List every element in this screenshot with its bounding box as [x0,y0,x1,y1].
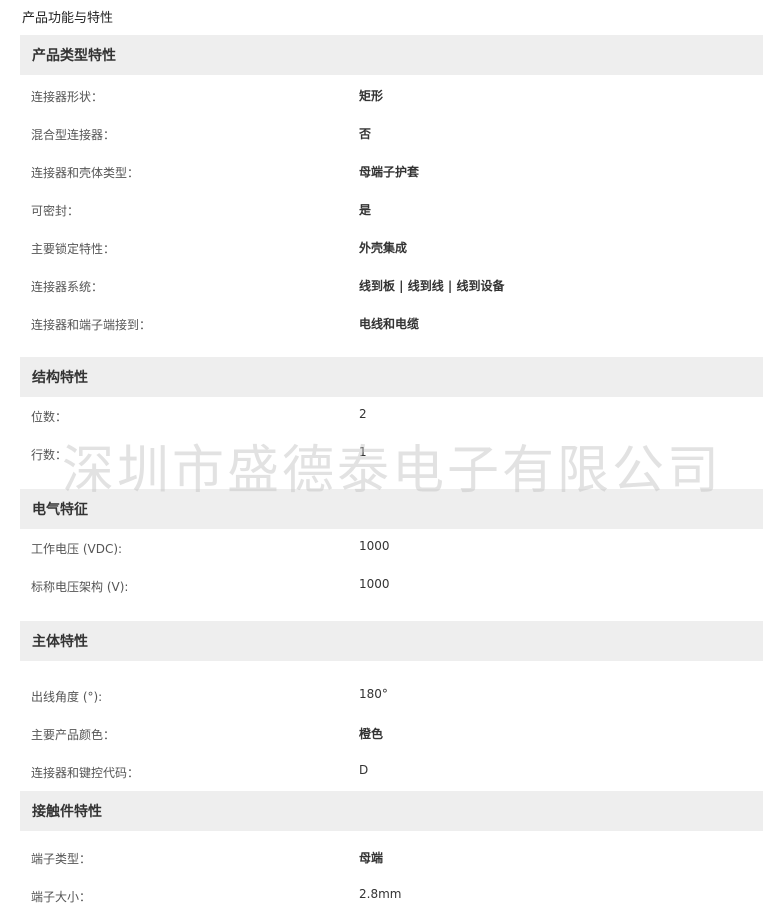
spec-row-connector-system: 连接器系统： 线到板 | 线到线 | 线到设备 [20,267,763,305]
spec-row-hybrid-connector: 混合型连接器： 否 [20,115,763,153]
spec-row-terminal-type: 端子类型： 母端 [20,839,763,877]
spec-label: 连接器和壳体类型： [31,166,140,180]
spec-value: 母端子护套 [359,165,420,179]
spec-label: 工作电压 (VDC): [31,542,123,556]
spec-row-operating-voltage: 工作电压 (VDC): 1000 [20,529,763,567]
spec-value: 2 [359,407,367,421]
spec-value: 1000 [359,539,390,553]
spec-label: 端子类型： [31,852,92,866]
section-header: 接触件特性 [20,791,763,831]
spec-label: 行数： [31,448,68,462]
spec-value: 橙色 [359,727,384,741]
spec-value: 是 [359,203,372,217]
spec-row-termination: 连接器和端子端接到： 电线和电缆 [20,305,763,343]
spec-label: 主要锁定特性： [31,242,116,256]
spec-label: 端子大小： [31,890,92,904]
spec-value: 母端 [359,851,384,865]
spec-value: 矩形 [359,89,384,103]
spec-row-nominal-voltage: 标称电压架构 (V): 1000 [20,567,763,605]
spec-value: 2.8mm [359,887,402,901]
spec-label: 连接器和端子端接到： [31,318,152,332]
spec-row-color: 主要产品颜色： 橙色 [20,715,763,753]
spec-label: 可密封： [31,204,80,218]
spec-value: 否 [359,127,372,141]
section-structure: 结构特性 位数： 2 行数： 1 [20,357,763,473]
spec-value: 外壳集成 [359,241,408,255]
spec-label: 混合型连接器： [31,128,116,142]
spec-value: 电线和电缆 [359,317,420,331]
section-header: 产品类型特性 [20,35,763,75]
section-body: 主体特性 出线角度 (°): 180° 主要产品颜色： 橙色 连接器和键控代码：… [20,621,763,791]
spec-value: 1000 [359,577,390,591]
spec-row-positions: 位数： 2 [20,397,763,435]
spec-value: 180° [359,687,388,701]
spec-value: 线到板 | 线到线 | 线到设备 [359,279,505,293]
section-product-type: 产品类型特性 连接器形状： 矩形 混合型连接器： 否 连接器和壳体类型： 母端子… [20,35,763,343]
spec-row-connector-shape: 连接器形状： 矩形 [20,77,763,115]
spec-label: 出线角度 (°): [31,690,103,704]
spec-label: 主要产品颜色： [31,728,116,742]
spec-value: D [359,763,369,777]
spec-row-rows: 行数： 1 [20,435,763,473]
page-title: 产品功能与特性 [22,11,114,26]
spec-label: 连接器形状： [31,90,104,104]
section-electrical: 电气特征 工作电压 (VDC): 1000 标称电压架构 (V): 1000 [20,489,763,605]
spec-label: 连接器系统： [31,280,104,294]
spec-label: 位数： [31,410,68,424]
spec-row-connector-housing-type: 连接器和壳体类型： 母端子护套 [20,153,763,191]
spec-row-terminal-size: 端子大小： 2.8mm [20,877,763,907]
spec-label: 标称电压架构 (V): [31,580,129,594]
section-contact: 接触件特性 端子类型： 母端 端子大小： 2.8mm [20,791,763,907]
spec-row-exit-angle: 出线角度 (°): 180° [20,677,763,715]
spec-row-sealable: 可密封： 是 [20,191,763,229]
section-header: 主体特性 [20,621,763,661]
spec-row-keying-code: 连接器和键控代码： D [20,753,763,791]
section-header: 电气特征 [20,489,763,529]
section-header: 结构特性 [20,357,763,397]
spec-value: 1 [359,445,367,459]
spec-row-primary-lock: 主要锁定特性： 外壳集成 [20,229,763,267]
spec-label: 连接器和键控代码： [31,766,140,780]
